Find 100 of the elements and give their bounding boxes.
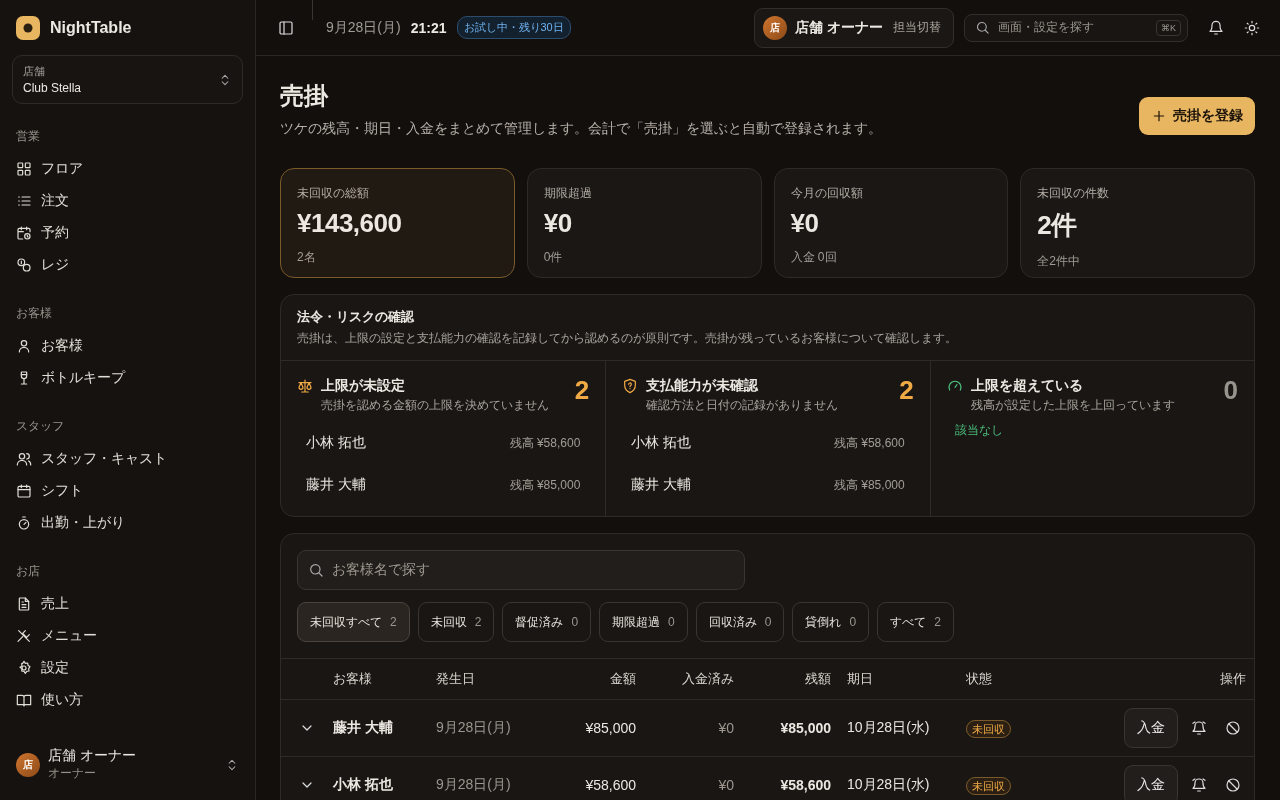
nav-item[interactable]: メニュー (12, 620, 243, 652)
column-header: 発生日 (436, 671, 475, 686)
user-icon (16, 338, 32, 354)
status-badge: 未回収 (966, 776, 1011, 795)
app-name: NightTable (50, 19, 132, 37)
table-cell: ¥58,600 (780, 777, 831, 793)
nav-item[interactable]: レジ (12, 249, 243, 281)
status-badge: 未回収 (966, 719, 1011, 738)
panel-title: 法令・リスクの確認 (297, 308, 415, 326)
check-description: 確認方法と日付の記録がありません (646, 397, 840, 414)
nav-item[interactable]: 使い方 (12, 684, 243, 716)
stat-label: 今月の回収額 (790, 185, 864, 202)
shield-question-icon (622, 378, 639, 394)
filter-tab[interactable]: 未回収 2 (417, 602, 495, 642)
table-cell: 9月28日(月) (436, 719, 511, 735)
bell-icon (1208, 19, 1224, 36)
customer-name: 小林 拓也 (306, 434, 366, 452)
table-cell: 藤井 大輔 (333, 719, 393, 735)
balance-text: 残高 ¥85,000 (509, 476, 581, 494)
empty-text: 該当なし (954, 422, 1004, 439)
check-count: 0 (1223, 377, 1238, 403)
column-header: 金額 (610, 671, 636, 686)
filter-tab[interactable]: 回収済み 0 (695, 602, 785, 642)
stat-label: 未回収の総額 (297, 185, 370, 202)
nav-section-title: スタッフ (16, 419, 64, 433)
document-icon (16, 596, 32, 612)
logo-icon (16, 16, 40, 40)
column-header: 操作 (1220, 671, 1246, 686)
stat-value: ¥143,600 (297, 208, 403, 239)
balance-text: 残高 ¥85,000 (833, 476, 905, 494)
search-field[interactable]: 画面・設定を探す ⌘K (964, 13, 1188, 42)
stat-note: 入金 0回 (790, 249, 838, 266)
customer-search-field[interactable]: お客様名で探す (297, 550, 745, 590)
stat-value: ¥0 (543, 208, 573, 239)
table-cell: 小林 拓也 (333, 776, 393, 792)
current-date: 9月28日(月) (326, 18, 401, 37)
check-description: 残高が設定した上限を上回っています (970, 397, 1176, 414)
alarm-bell-icon (1191, 720, 1207, 736)
stat-note: 全2件中 (1037, 253, 1081, 270)
nav-item[interactable]: 出勤・上がり (12, 507, 243, 539)
check-title: 上限を超えている (970, 377, 1084, 395)
customer-name: 小林 拓也 (631, 434, 692, 452)
stopwatch-icon (16, 515, 32, 531)
user-menu[interactable]: 店 店舗 オーナー オーナー (12, 743, 243, 786)
balance-text: 残高 ¥58,600 (509, 434, 581, 452)
check-description: 売掛を認める金額の上限を決めていません (321, 397, 550, 414)
table-cell: ¥58,600 (585, 777, 636, 793)
filter-tab[interactable]: 貸倒れ 0 (792, 602, 870, 642)
settings-icon (16, 660, 32, 676)
sidebar-icon (278, 19, 294, 36)
calendar-clock-icon (16, 225, 32, 241)
nav-item[interactable]: ボトルキープ (12, 362, 243, 394)
nav-item[interactable]: シフト (12, 475, 243, 507)
register-button[interactable]: 売掛を登録 (1139, 97, 1255, 135)
nav-item[interactable]: スタッフ・キャスト (12, 443, 243, 475)
nav-item[interactable]: フロア (12, 153, 243, 185)
search-icon (308, 562, 324, 578)
gauge-icon (946, 378, 963, 394)
users-icon (16, 451, 32, 467)
filter-tab[interactable]: すべて 2 (877, 602, 954, 642)
column-header: 状態 (966, 671, 992, 686)
table-cell: ¥85,000 (780, 720, 831, 736)
filter-tab[interactable]: 期限超過 0 (599, 602, 688, 642)
nav-item[interactable]: 設定 (12, 652, 243, 684)
check-title: 支払能力が未確認 (646, 377, 760, 395)
nav-section-title: 営業 (16, 129, 40, 143)
panel-description: 売掛は、上限の設定と支払能力の確認を記録してから認めるのが原則です。売掛が残っているお客様について確認します。 (297, 330, 958, 347)
nav-item[interactable]: 予約 (12, 217, 243, 249)
ban-icon (1225, 777, 1241, 793)
nav-section-title: お客様 (16, 306, 52, 320)
check-count: 2 (574, 377, 590, 403)
payment-button[interactable]: 入金 (1124, 708, 1178, 748)
payment-button[interactable]: 入金 (1124, 765, 1178, 800)
stat-label: 期限超過 (543, 185, 593, 202)
filter-tab[interactable]: 未回収すべて 2 (297, 602, 410, 642)
check-count: 2 (899, 377, 914, 403)
table-cell: 10月28日(水) (847, 776, 930, 792)
column-header: 残額 (805, 671, 831, 686)
nav-item[interactable]: 注文 (12, 185, 243, 217)
page-title: 売掛 (280, 81, 330, 111)
grid-icon (16, 161, 32, 177)
book-icon (16, 692, 32, 708)
balance-text: 残高 ¥58,600 (833, 434, 905, 452)
customer-name: 藤井 大輔 (631, 476, 692, 494)
plus-icon (1151, 108, 1167, 124)
stat-label: 未回収の件数 (1037, 185, 1111, 202)
list-icon (16, 193, 32, 209)
store-picker[interactable]: 店舗 Club Stella (12, 55, 243, 104)
chevron-up-down-icon (225, 757, 239, 772)
check-title: 上限が未設定 (321, 377, 406, 395)
nav-item[interactable]: お客様 (12, 330, 243, 362)
staff-switcher[interactable]: 店 店舗 オーナー 担当切替 (754, 7, 954, 48)
nav-section-title: お店 (16, 564, 40, 578)
filter-tab[interactable]: 督促済み 0 (502, 602, 592, 642)
table-cell: ¥0 (718, 777, 734, 793)
column-header: 期日 (847, 671, 873, 686)
nav-item[interactable]: 売上 (12, 588, 243, 620)
coins-icon (16, 257, 32, 273)
customer-name: 藤井 大輔 (306, 476, 366, 494)
table-cell: 9月28日(月) (436, 776, 511, 792)
